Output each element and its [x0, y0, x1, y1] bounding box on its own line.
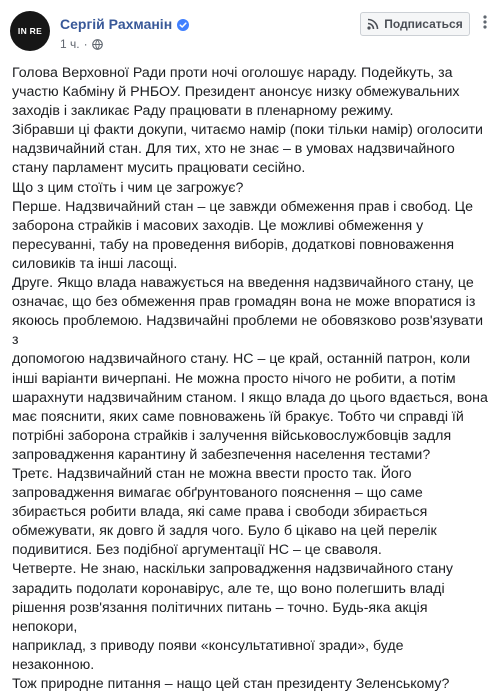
- more-dots-icon: [483, 14, 487, 34]
- more-options-button[interactable]: [478, 14, 492, 34]
- subscribe-button[interactable]: Подписаться: [360, 12, 470, 36]
- verified-badge-icon: [177, 18, 190, 31]
- post-paragraph: Третє. Надзвичайний стан не можна ввести…: [12, 465, 437, 559]
- post-paragraph: Друге. Якщо влада наважується на введенн…: [12, 275, 488, 463]
- avatar-label: IN RE: [17, 26, 43, 36]
- meta-separator: ·: [83, 37, 88, 51]
- subscribe-label: Подписаться: [384, 17, 463, 31]
- post-paragraph: Перше. Надзвичайний стан – це завжди обм…: [12, 198, 474, 272]
- post-meta: 1 ч. ·: [60, 36, 103, 52]
- post-paragraph: Тож природне питання – нащо цей стан пре…: [12, 676, 450, 692]
- post-header: IN RE Сергій Рахманін 1 ч. · Подписаться: [0, 0, 495, 62]
- post-paragraph: Що з цим стоїть і чим це загрожує?: [12, 179, 244, 196]
- globe-icon[interactable]: [91, 38, 103, 50]
- author-row: Сергій Рахманін: [60, 15, 190, 33]
- avatar[interactable]: IN RE: [10, 11, 50, 51]
- author-name[interactable]: Сергій Рахманін: [60, 16, 172, 32]
- post-paragraph: Зібравши ці факти докупи, читаємо намір …: [12, 122, 483, 177]
- post-timestamp[interactable]: 1 ч.: [60, 37, 80, 51]
- post-paragraph: Голова Верховної Ради проти ночі оголошу…: [12, 65, 460, 120]
- post-paragraph: Четверте. Не знаю, наскільки запроваджен…: [12, 561, 454, 673]
- rss-icon: [367, 18, 379, 30]
- post-text: Голова Верховної Ради проти ночі оголошу…: [12, 64, 488, 694]
